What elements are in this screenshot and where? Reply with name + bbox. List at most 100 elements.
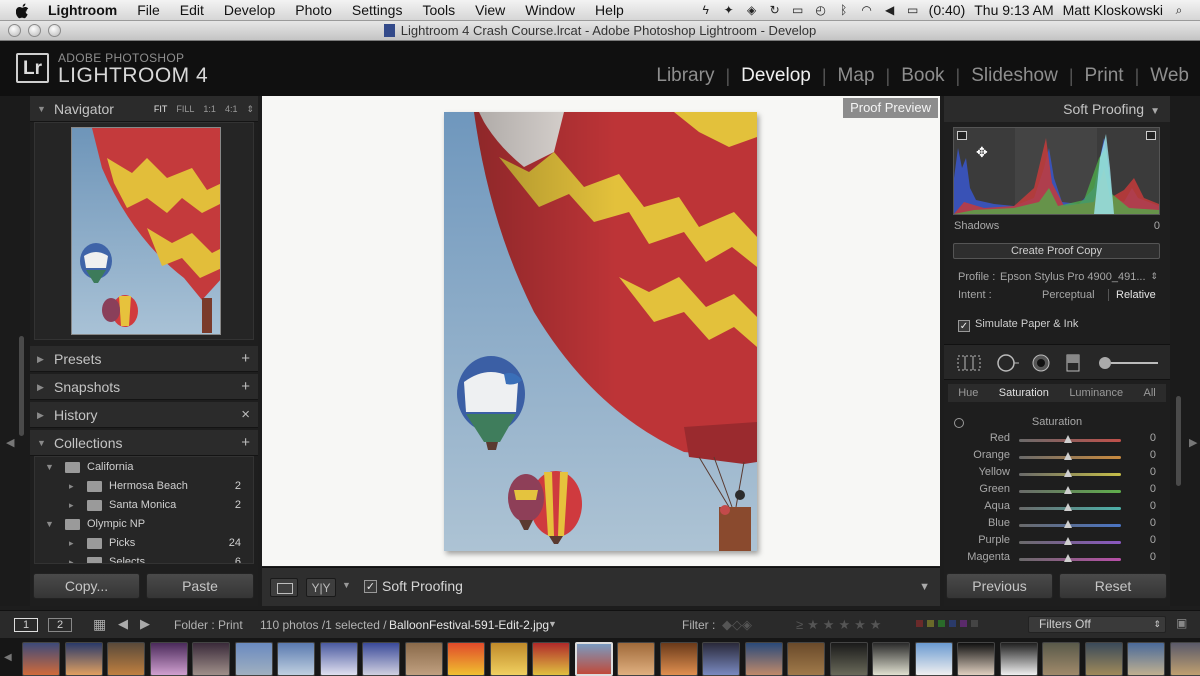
toolbar-options-dropdown-icon[interactable]: ▼ — [919, 581, 930, 593]
module-slideshow[interactable]: Slideshow — [960, 65, 1069, 87]
graduated-filter-icon[interactable] — [1064, 354, 1082, 372]
left-panel-scrollbar[interactable] — [19, 336, 24, 436]
menu-file[interactable]: File — [127, 2, 170, 18]
slider-knob[interactable] — [1064, 486, 1072, 494]
intent-relative[interactable]: Relative — [1116, 289, 1156, 301]
menu-develop[interactable]: Develop — [214, 2, 285, 18]
slider-knob[interactable] — [1064, 537, 1072, 545]
filmstrip-thumbnail[interactable] — [489, 642, 528, 676]
filmstrip-thumbnail[interactable] — [787, 642, 825, 676]
slider-value[interactable]: 0 — [1150, 483, 1156, 495]
soft-proofing-checkbox[interactable]: ✓ — [364, 580, 377, 593]
sync-icon[interactable]: ↻ — [768, 3, 782, 17]
color-swatch[interactable] — [971, 620, 978, 627]
snapshots-header[interactable]: ▶ Snapshots + — [30, 374, 258, 400]
adjustment-brush-icon[interactable] — [1096, 354, 1160, 372]
slider-value[interactable]: 0 — [1150, 517, 1156, 529]
collections-header[interactable]: ▼ Collections + — [30, 430, 258, 456]
menu-edit[interactable]: Edit — [170, 2, 214, 18]
right-panel-scrollbar[interactable] — [1176, 396, 1181, 486]
filmstrip-thumbnail[interactable] — [319, 642, 358, 676]
grid-view-icon[interactable]: ▦ — [93, 616, 106, 633]
filmstrip-thumbnail[interactable] — [64, 642, 103, 676]
slider-knob[interactable] — [1064, 520, 1072, 528]
filmstrip-thumbnail[interactable] — [234, 642, 273, 676]
collapse-triangle-icon[interactable]: ▼ — [1150, 106, 1160, 117]
show-shadow-clipping-icon[interactable] — [957, 131, 967, 140]
tab-luminance[interactable]: Luminance — [1069, 387, 1123, 399]
saturation-slider-magenta[interactable]: Magenta 0 — [944, 551, 1170, 568]
slider-knob[interactable] — [1064, 435, 1072, 443]
before-after-dropdown-icon[interactable]: ▼ — [342, 580, 351, 590]
photo-canvas[interactable]: Proof Preview — [262, 96, 940, 566]
color-swatch[interactable] — [949, 620, 956, 627]
filmstrip-thumbnail[interactable] — [659, 642, 698, 676]
saturation-slider-green[interactable]: Green 0 — [944, 483, 1170, 500]
slider-value[interactable]: 0 — [1150, 551, 1156, 563]
rating-filter[interactable]: ≥ ★ ★ ★ ★ ★ — [796, 617, 885, 633]
battery-time[interactable]: (0:40) — [929, 2, 966, 18]
color-label-filter[interactable] — [916, 620, 978, 627]
menu-view[interactable]: View — [465, 2, 515, 18]
before-after-button[interactable]: Y|Y — [306, 578, 336, 597]
folder-source[interactable]: Folder : Print — [174, 618, 243, 632]
filmstrip-thumbnail[interactable] — [192, 642, 230, 676]
collapse-right-panel-icon[interactable]: ▶ — [1189, 436, 1197, 449]
saturation-slider-yellow[interactable]: Yellow 0 — [944, 466, 1170, 483]
filmstrip-thumbnail[interactable] — [1127, 642, 1165, 676]
menu-window[interactable]: Window — [515, 2, 585, 18]
expand-triangle-icon[interactable]: ▶ — [37, 402, 44, 428]
filter-lock-icon[interactable]: ▣ — [1176, 616, 1187, 630]
menu-app-name[interactable]: Lightroom — [44, 2, 127, 18]
filmstrip-thumbnail[interactable] — [1169, 642, 1200, 676]
spot-removal-icon[interactable] — [994, 354, 1020, 372]
slider-knob[interactable] — [1064, 554, 1072, 562]
menu-photo[interactable]: Photo — [285, 2, 342, 18]
filmstrip-thumbnail[interactable] — [107, 642, 145, 676]
clock[interactable]: Thu 9:13 AM — [974, 2, 1053, 18]
wifi-icon[interactable]: ◠ — [860, 3, 874, 17]
soft-proofing-label[interactable]: Soft Proofing — [382, 578, 463, 594]
tab-saturation[interactable]: Saturation — [999, 387, 1049, 399]
color-swatch[interactable] — [916, 620, 923, 627]
slider-value[interactable]: 0 — [1150, 534, 1156, 546]
filmstrip-thumbnail[interactable] — [957, 642, 995, 676]
profile-stepper-icon[interactable]: ⇕ — [1150, 271, 1158, 282]
reset-button[interactable]: Reset — [1059, 573, 1167, 599]
presets-header[interactable]: ▶ Presets + — [30, 346, 258, 372]
module-book[interactable]: Book — [890, 65, 955, 87]
create-proof-copy-button[interactable]: Create Proof Copy — [953, 243, 1160, 259]
module-web[interactable]: Web — [1139, 65, 1200, 87]
expand-triangle-icon[interactable]: ▶ — [37, 346, 44, 372]
disclosure-triangle-icon[interactable]: ▼ — [45, 515, 54, 534]
intent-perceptual[interactable]: Perceptual — [1042, 289, 1095, 301]
add-snapshot-icon[interactable]: + — [241, 374, 250, 400]
add-preset-icon[interactable]: + — [241, 346, 250, 372]
flag-filter-icon[interactable]: ◆◇◈ — [722, 617, 752, 633]
saturation-slider-purple[interactable]: Purple 0 — [944, 534, 1170, 551]
current-filename[interactable]: BalloonFestival-591-Edit-2.jpg — [389, 618, 549, 632]
collection-row[interactable]: ▸ Hermosa Beach 2 — [35, 477, 253, 496]
filmstrip-thumbnail[interactable] — [617, 642, 655, 676]
filmstrip-scroll-left-icon[interactable]: ◀ — [4, 652, 12, 663]
menu-help[interactable]: Help — [585, 2, 634, 18]
copy-settings-button[interactable]: Copy... — [33, 573, 140, 599]
filmstrip-thumbnail[interactable] — [744, 642, 783, 676]
menu-tools[interactable]: Tools — [412, 2, 465, 18]
slider-knob[interactable] — [1064, 469, 1072, 477]
collection-set-row[interactable]: ▼ Olympic NP — [35, 515, 253, 534]
filmstrip-thumbnail[interactable] — [829, 642, 868, 676]
collection-row[interactable]: ▸ Picks 24 — [35, 534, 253, 553]
saturation-slider-orange[interactable]: Orange 0 — [944, 449, 1170, 466]
main-photo[interactable] — [444, 112, 757, 551]
right-panel-edge[interactable]: ▶ — [1170, 96, 1200, 606]
select-stepper-icon[interactable]: ⇕ — [1153, 617, 1161, 632]
simulate-paper-ink-checkbox[interactable]: ✓ — [958, 320, 970, 332]
filmstrip-thumbnail[interactable] — [362, 642, 400, 676]
show-highlight-clipping-icon[interactable] — [1146, 131, 1156, 140]
collapse-triangle-icon[interactable]: ▼ — [37, 96, 46, 122]
bluetooth-icon[interactable]: ᛒ — [837, 3, 851, 17]
clear-history-icon[interactable]: × — [241, 402, 250, 428]
filmstrip-thumbnail[interactable] — [914, 642, 953, 676]
forward-arrow-icon[interactable]: ▶ — [140, 616, 150, 632]
